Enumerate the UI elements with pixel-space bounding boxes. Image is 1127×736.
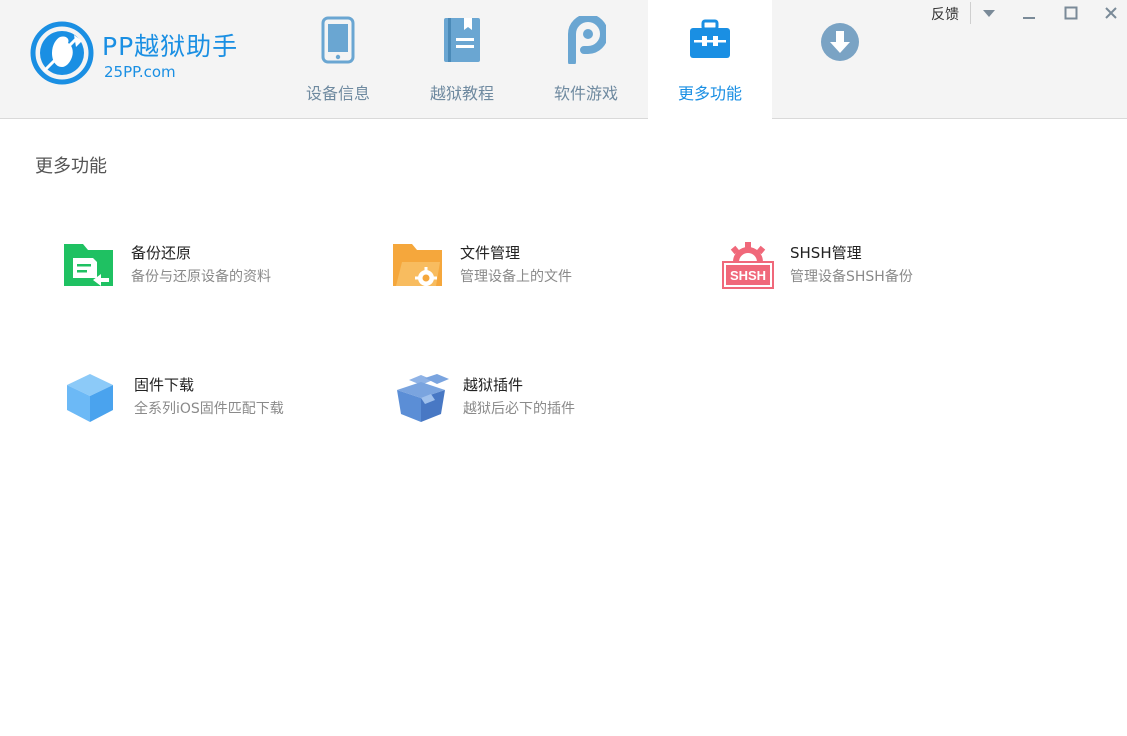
feature-name: 文件管理 xyxy=(460,244,521,262)
feature-desc: 全系列iOS固件匹配下载 xyxy=(134,401,284,417)
maximize-icon xyxy=(1064,6,1078,20)
minimize-icon xyxy=(1023,17,1035,19)
toolbox-icon xyxy=(690,19,730,58)
feature-firmware-download[interactable]: 固件下载 全系列iOS固件匹配下载 xyxy=(66,374,366,434)
tab-label: 设备信息 xyxy=(305,84,370,103)
feature-desc: 越狱后必下的插件 xyxy=(463,401,575,417)
feature-backup-restore[interactable]: 备份还原 备份与还原设备的资料 xyxy=(63,242,363,302)
pp-icon xyxy=(568,16,606,64)
feature-name: 固件下载 xyxy=(134,376,195,394)
feedback-button[interactable]: 反馈 xyxy=(931,4,959,24)
feature-file-manager[interactable]: 文件管理 管理设备上的文件 xyxy=(392,242,692,302)
minimize-button[interactable] xyxy=(1017,2,1041,24)
tab-download[interactable] xyxy=(778,0,902,118)
tab-label: 软件游戏 xyxy=(553,84,618,103)
feature-shsh-manager[interactable]: SHSH SHSH管理 管理设备SHSH备份 xyxy=(722,242,1022,302)
tab-device-info[interactable]: 设备信息 xyxy=(276,0,400,118)
logo: PP越狱助手 25PP.com xyxy=(30,21,270,91)
boxes-icon xyxy=(397,374,449,422)
phone-icon xyxy=(321,16,355,64)
feature-name: 备份还原 xyxy=(131,244,192,262)
logo-subtitle: 25PP.com xyxy=(104,63,176,81)
maximize-button[interactable] xyxy=(1059,2,1083,24)
feature-desc: 管理设备SHSH备份 xyxy=(790,269,913,285)
logo-icon xyxy=(30,21,94,85)
page-title: 更多功能 xyxy=(35,156,107,177)
folder-restore-icon xyxy=(64,244,113,286)
feature-desc: 备份与还原设备的资料 xyxy=(131,269,271,285)
divider xyxy=(970,2,971,24)
tab-label: 更多功能 xyxy=(677,84,742,103)
close-icon xyxy=(1105,7,1117,19)
app-header: PP越狱助手 25PP.com 设备信息 越狱教程 软件游戏 更多功能 反馈 xyxy=(0,0,1127,119)
svg-text:SHSH: SHSH xyxy=(730,268,766,283)
feature-desc: 管理设备上的文件 xyxy=(460,269,572,285)
tab-label: 越狱教程 xyxy=(429,84,494,103)
feature-jailbreak-plugins[interactable]: 越狱插件 越狱后必下的插件 xyxy=(395,374,695,434)
cube-icon xyxy=(67,374,113,422)
shsh-icon: SHSH xyxy=(722,242,774,289)
chevron-down-icon xyxy=(983,10,995,17)
menu-button[interactable] xyxy=(977,2,1001,24)
download-icon xyxy=(821,23,859,61)
book-icon xyxy=(444,18,480,62)
tab-software-games[interactable]: 软件游戏 xyxy=(524,0,648,118)
window-controls: 反馈 xyxy=(927,0,1127,28)
feature-name: 越狱插件 xyxy=(463,376,524,394)
close-button[interactable] xyxy=(1099,2,1123,24)
folder-gear-icon xyxy=(393,244,442,288)
logo-title: PP越狱助手 xyxy=(102,32,239,61)
tab-more-features[interactable]: 更多功能 xyxy=(648,0,772,119)
feature-name: SHSH管理 xyxy=(790,244,862,262)
tab-jailbreak-tutorial[interactable]: 越狱教程 xyxy=(400,0,524,118)
